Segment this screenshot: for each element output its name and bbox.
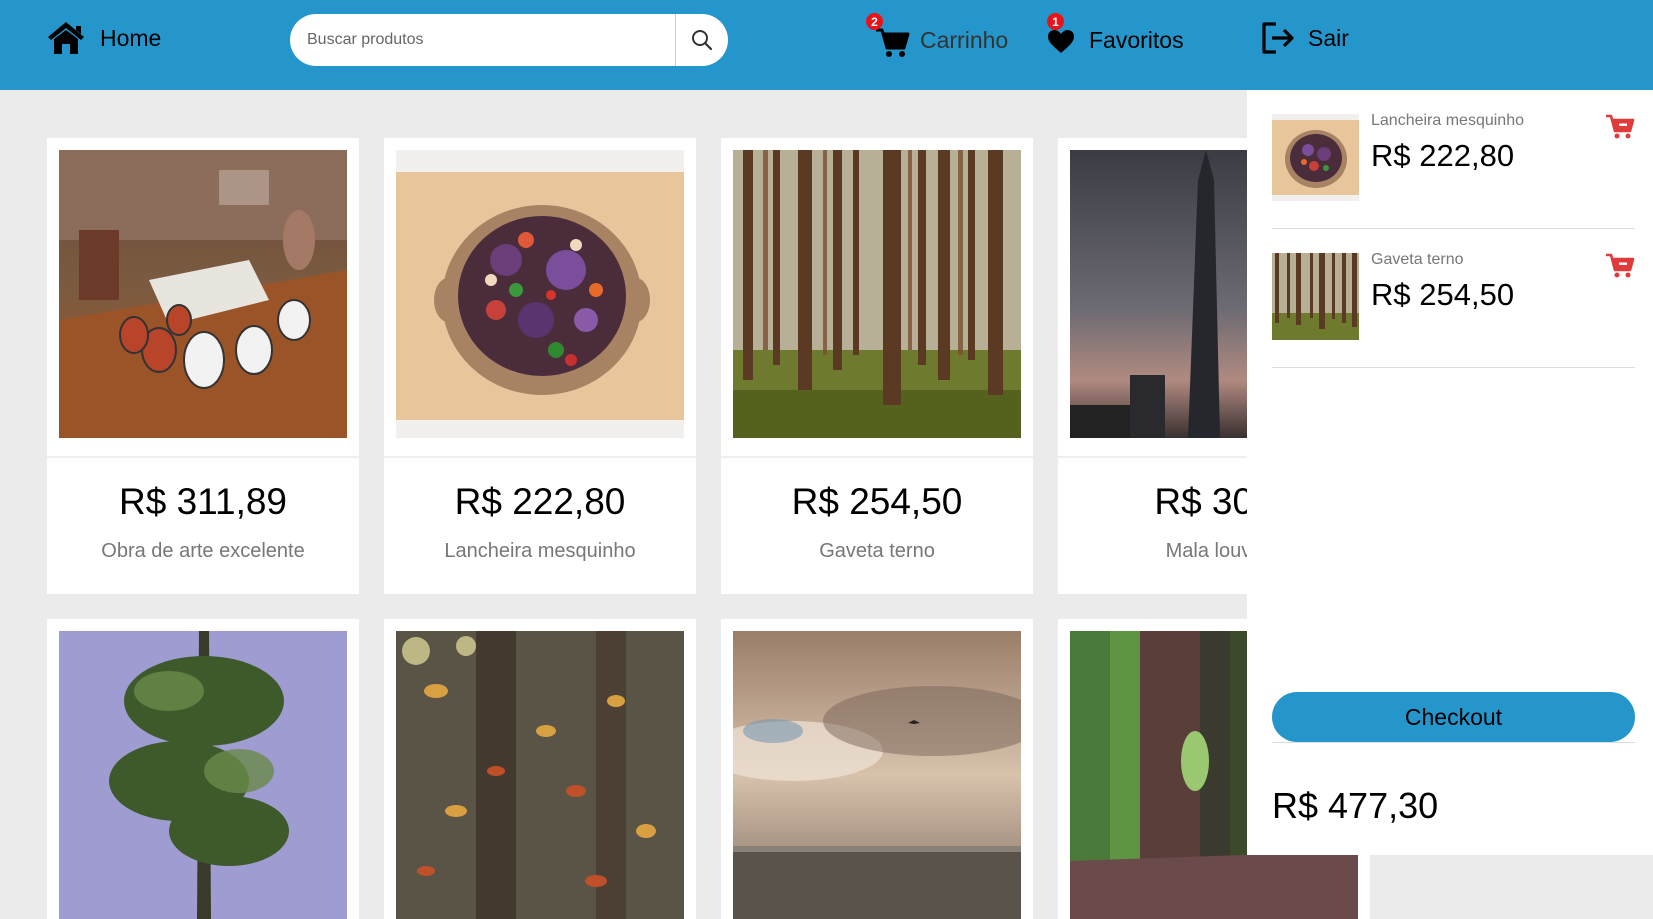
nav-cart-link[interactable]: 2 Carrinho [866, 13, 1009, 60]
nav-logout-label: Sair [1308, 24, 1349, 51]
product-image [733, 150, 1021, 438]
product-card[interactable]: R$ 222,80 Lancheira mesquinho [384, 138, 696, 594]
product-image [733, 631, 1021, 919]
cart-item-name: Lancheira mesquinho [1371, 112, 1524, 129]
remove-from-cart-icon[interactable] [1605, 251, 1635, 279]
product-name: Obra de arte excelente [101, 540, 305, 562]
nav-logout-link[interactable]: Sair [1260, 20, 1349, 56]
cart-item: Gaveta terno R$ 254,50 [1272, 229, 1635, 368]
cart-item-image [1272, 253, 1359, 340]
cart-item-image [1272, 114, 1359, 201]
cart-icon: 2 [866, 13, 910, 60]
cart-item-price: R$ 254,50 [1371, 277, 1515, 312]
checkout-button[interactable]: Checkout [1272, 692, 1635, 742]
search-bar [290, 14, 728, 66]
remove-from-cart-icon[interactable] [1605, 112, 1635, 140]
product-card[interactable]: R$ 311,89 Obra de arte excelente [47, 138, 359, 594]
product-image [396, 631, 684, 919]
product-image [59, 150, 347, 438]
cart-item-price: R$ 222,80 [1371, 138, 1515, 173]
search-button[interactable] [676, 14, 728, 66]
cart-divider [1272, 742, 1635, 743]
product-price: R$ 311,89 [119, 481, 287, 522]
nav-home-link[interactable]: Home [46, 20, 161, 56]
home-icon [46, 20, 86, 56]
product-card[interactable]: R$ 254,50 Gaveta terno [721, 138, 1033, 594]
product-image [396, 150, 684, 438]
product-name: Gaveta terno [819, 540, 935, 562]
product-card[interactable] [721, 619, 1033, 919]
cart-item-name: Gaveta terno [1371, 251, 1464, 268]
product-price: R$ 222,80 [454, 481, 626, 522]
product-card[interactable] [47, 619, 359, 919]
nav-favorites-link[interactable]: 1 Favoritos [1047, 13, 1184, 60]
header-bar: Home 2 Carrinho [0, 0, 1653, 90]
heart-icon: 1 [1047, 13, 1077, 60]
logout-icon [1260, 20, 1296, 56]
search-input[interactable] [290, 14, 675, 66]
product-image [59, 631, 347, 919]
nav-favorites-label: Favoritos [1089, 26, 1184, 53]
cart-panel: Lancheira mesquinho R$ 222,80 Gaveta ter… [1247, 90, 1653, 855]
product-name: Lancheira mesquinho [444, 540, 636, 562]
cart-total: R$ 477,30 [1272, 785, 1439, 826]
cart-count-badge: 2 [866, 13, 883, 30]
search-icon [691, 29, 713, 51]
cart-item: Lancheira mesquinho R$ 222,80 [1272, 90, 1635, 229]
nav-cart-label: Carrinho [920, 26, 1009, 53]
card-separator [721, 456, 1033, 458]
card-separator [47, 456, 359, 458]
favorites-count-badge: 1 [1047, 13, 1064, 30]
card-separator [384, 456, 696, 458]
product-price: R$ 254,50 [791, 481, 963, 522]
product-card[interactable] [384, 619, 696, 919]
nav-home-label: Home [100, 24, 162, 51]
